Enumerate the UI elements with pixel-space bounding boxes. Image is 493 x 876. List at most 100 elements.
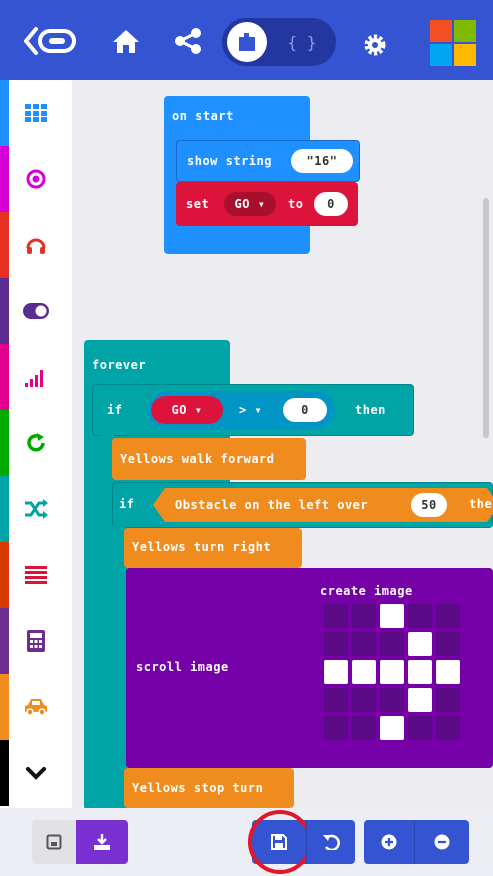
obstacle-value[interactable]: 50 [411, 493, 447, 517]
image-grid[interactable] [324, 604, 474, 744]
image-cell[interactable] [408, 688, 432, 712]
then-label-2: the [469, 497, 493, 511]
toolbox-basic[interactable] [0, 80, 72, 146]
show-string-label: show string [187, 154, 272, 168]
stop-turn-label: Yellows stop turn [132, 781, 264, 795]
toolbox-robot[interactable] [0, 674, 72, 740]
blocks-workspace[interactable]: on start show string "16" set GO ▾ to 0 … [72, 80, 493, 808]
compare-value[interactable]: 0 [283, 398, 327, 422]
editor-mode-toggle: { } [222, 18, 336, 66]
signal-icon [25, 370, 43, 387]
image-cell[interactable] [380, 688, 404, 712]
if-block-2[interactable]: if Obstacle on the left over 50 the [112, 482, 493, 528]
image-cell[interactable] [408, 604, 432, 628]
toolbox-input[interactable] [0, 146, 72, 212]
set-value[interactable]: 0 [314, 192, 348, 216]
image-cell[interactable] [352, 660, 376, 684]
walk-forward-block[interactable]: Yellows walk forward [112, 438, 306, 480]
calculator-icon [27, 630, 45, 652]
image-cell[interactable] [324, 660, 348, 684]
image-cell[interactable] [436, 604, 460, 628]
image-cell[interactable] [380, 716, 404, 740]
grid-icon [25, 104, 47, 122]
image-cell[interactable] [324, 604, 348, 628]
blocks-icon[interactable] [227, 22, 267, 62]
obstacle-label: Obstacle on the left over [175, 498, 369, 512]
image-cell[interactable] [408, 716, 432, 740]
toolbox-led[interactable] [0, 278, 72, 344]
show-string-value[interactable]: "16" [291, 149, 353, 173]
microsoft-logo[interactable] [430, 20, 476, 66]
zoom-out-icon[interactable] [414, 820, 469, 864]
image-cell[interactable] [380, 604, 404, 628]
scroll-image-block[interactable]: scroll image create image [126, 568, 493, 768]
headphones-icon [26, 238, 46, 254]
turn-right-label: Yellows turn right [132, 540, 272, 554]
screenshot-icon[interactable] [32, 820, 76, 864]
chevron-down-icon [26, 767, 46, 780]
bottom-toolbar [0, 808, 493, 876]
gear-icon[interactable] [360, 30, 390, 60]
highlight-circle [248, 810, 312, 874]
shuffle-icon [25, 499, 48, 519]
obstacle-sensor-block[interactable]: Obstacle on the left over 50 [153, 488, 493, 522]
image-cell[interactable] [352, 632, 376, 656]
set-to-label: to [288, 197, 304, 211]
walk-forward-label: Yellows walk forward [120, 452, 275, 466]
zoom-in-icon[interactable] [364, 820, 414, 864]
show-string-block[interactable]: show string "16" [176, 140, 360, 182]
forever-label: forever [92, 358, 147, 372]
download-icon[interactable] [76, 820, 128, 864]
toggle-icon [23, 303, 49, 319]
image-cell[interactable] [436, 632, 460, 656]
refresh-icon [27, 433, 45, 452]
javascript-tab[interactable]: { } [282, 22, 322, 62]
toolbox-music[interactable] [0, 212, 72, 278]
undo-icon[interactable] [306, 820, 355, 864]
stop-turn-block[interactable]: Yellows stop turn [124, 768, 294, 808]
then-label-1: then [355, 403, 386, 417]
home-icon[interactable] [110, 26, 142, 56]
image-cell[interactable] [436, 688, 460, 712]
image-cell[interactable] [380, 660, 404, 684]
toolbox [0, 80, 72, 808]
target-icon [26, 169, 46, 189]
if-label-2: if [119, 497, 135, 511]
header-bar: { } [0, 0, 493, 80]
back-arrow-icon[interactable] [22, 24, 78, 58]
list-icon [25, 566, 47, 584]
image-cell[interactable] [408, 660, 432, 684]
toolbox-more[interactable] [0, 740, 72, 806]
toolbox-loops[interactable] [0, 410, 72, 476]
image-cell[interactable] [352, 688, 376, 712]
if-block-1[interactable]: if GO ▾ > ▾ 0 then [92, 384, 414, 436]
on-start-label: on start [172, 109, 234, 123]
vertical-scrollbar[interactable] [483, 198, 489, 438]
image-cell[interactable] [324, 632, 348, 656]
car-icon [25, 699, 47, 716]
image-cell[interactable] [436, 660, 460, 684]
image-cell[interactable] [436, 716, 460, 740]
image-cell[interactable] [324, 716, 348, 740]
compare-operator[interactable]: > ▾ [239, 403, 262, 417]
toolbox-math[interactable] [0, 608, 72, 674]
compare-block[interactable]: GO ▾ > ▾ 0 [147, 391, 335, 429]
image-cell[interactable] [408, 632, 432, 656]
toolbox-radio[interactable] [0, 344, 72, 410]
set-variable-dropdown[interactable]: GO ▾ [224, 192, 276, 216]
if-body-rail-2 [112, 526, 126, 808]
image-cell[interactable] [352, 716, 376, 740]
toolbox-variables[interactable] [0, 542, 72, 608]
create-image-label: create image [320, 584, 413, 598]
toolbox-logic[interactable] [0, 476, 72, 542]
turn-right-block[interactable]: Yellows turn right [124, 528, 302, 568]
if-label-1: if [107, 403, 123, 417]
image-cell[interactable] [324, 688, 348, 712]
image-cell[interactable] [380, 632, 404, 656]
if-variable[interactable]: GO ▾ [151, 396, 223, 424]
set-variable-block[interactable]: set GO ▾ to 0 [176, 182, 358, 226]
image-cell[interactable] [352, 604, 376, 628]
scroll-image-label: scroll image [136, 660, 229, 674]
share-icon[interactable] [172, 26, 204, 56]
set-label: set [186, 197, 210, 211]
